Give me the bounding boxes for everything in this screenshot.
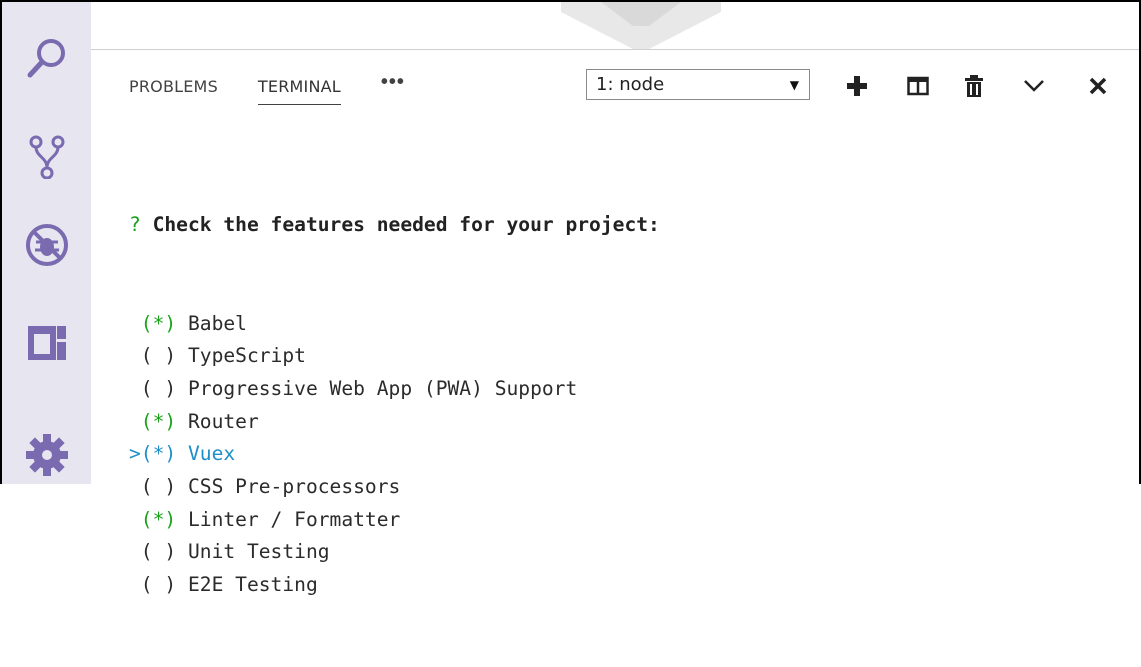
watermark-chevron-icon [561, 2, 721, 49]
trash-icon [965, 75, 983, 97]
close-panel-button[interactable] [1084, 72, 1112, 100]
activity-bar [2, 2, 91, 484]
checkbox-mark: ( ) [140, 573, 177, 596]
checkbox-mark: (*) [140, 409, 177, 433]
cursor-marker [129, 573, 141, 596]
feature-option[interactable]: ( ) E2E Testing [129, 569, 660, 602]
source-control-icon[interactable] [24, 133, 70, 179]
terminal-select-value: 1: node [596, 74, 665, 95]
terminal-select[interactable]: 1: node ▼ [586, 69, 810, 100]
feature-option[interactable]: ( ) TypeScript [129, 340, 660, 373]
terminal-question-line: ? Check the features needed for your pro… [129, 209, 660, 242]
option-label: Progressive Web App (PWA) Support [187, 376, 578, 400]
feature-option[interactable]: (*) Linter / Formatter [129, 504, 660, 537]
checkbox-mark: ( ) [140, 474, 177, 498]
more-actions-button[interactable]: ••• [381, 71, 405, 94]
close-icon [1089, 77, 1107, 95]
add-terminal-button[interactable] [843, 72, 871, 100]
option-label: E2E Testing [187, 573, 318, 596]
option-label: TypeScript [187, 344, 306, 368]
prompt-mark: ? [129, 213, 141, 237]
feature-option[interactable]: (*) Babel [129, 308, 660, 341]
chevron-down-icon [1024, 80, 1044, 92]
terminal-output[interactable]: ? Check the features needed for your pro… [129, 144, 660, 667]
option-label: Babel [187, 311, 247, 335]
cursor-marker [129, 377, 141, 400]
bottom-panel: PROBLEMS TERMINAL ••• 1: node ▼ ? Check … [91, 50, 1139, 596]
dropdown-arrow-icon: ▼ [789, 77, 799, 92]
option-label: CSS Pre-processors [187, 474, 401, 498]
option-label: Router [187, 409, 259, 433]
feature-option[interactable]: >(*) Vuex [129, 438, 660, 471]
tab-problems[interactable]: PROBLEMS [129, 77, 218, 104]
cursor-marker [129, 312, 141, 335]
option-label: Linter / Formatter [187, 507, 401, 531]
checkbox-mark: (*) [140, 442, 177, 466]
feature-option[interactable]: ( ) CSS Pre-processors [129, 471, 660, 504]
question-text: Check the features needed for your proje… [152, 213, 660, 237]
editor-area [91, 2, 1139, 50]
feature-option[interactable]: ( ) Progressive Web App (PWA) Support [129, 373, 660, 406]
add-terminal-icon [847, 76, 867, 96]
tab-terminal[interactable]: TERMINAL [257, 77, 341, 105]
feature-option[interactable]: (*) Router [129, 406, 660, 439]
checkbox-mark: (*) [140, 507, 177, 531]
cursor-marker [129, 540, 141, 563]
checkbox-mark: ( ) [140, 540, 177, 564]
cursor-marker [129, 475, 141, 498]
debug-icon[interactable] [24, 222, 70, 268]
option-label: Unit Testing [187, 540, 330, 564]
maximize-panel-button[interactable] [1020, 72, 1048, 100]
checkbox-mark: (*) [140, 311, 177, 335]
checkbox-mark: ( ) [140, 376, 177, 400]
split-terminal-button[interactable] [904, 72, 932, 100]
feature-options: (*) Babel ( ) TypeScript ( ) Progressive… [129, 308, 660, 602]
cursor-marker [129, 344, 141, 367]
feature-option[interactable]: ( ) Unit Testing [129, 536, 660, 569]
option-label: Vuex [187, 442, 236, 466]
panel-tabs: PROBLEMS TERMINAL ••• [129, 71, 405, 107]
extensions-icon[interactable] [24, 320, 70, 366]
cursor-marker [129, 508, 141, 531]
search-icon[interactable] [24, 35, 70, 81]
checkbox-mark: ( ) [140, 344, 177, 368]
split-terminal-icon [907, 76, 929, 96]
cursor-marker [129, 410, 141, 433]
gear-icon[interactable] [24, 432, 70, 478]
cursor-marker: > [129, 442, 141, 466]
kill-terminal-button[interactable] [960, 72, 988, 100]
